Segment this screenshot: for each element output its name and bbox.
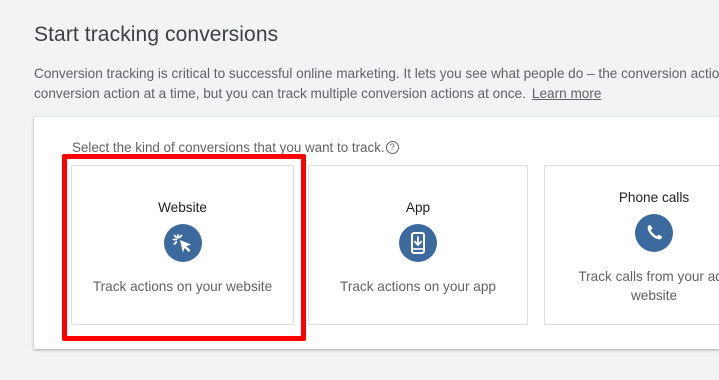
conversion-type-panel: Select the kind of conversions that you … [34,117,719,349]
website-card-title: Website [158,200,207,215]
website-option-card[interactable]: Website Track actions on your website [71,165,294,325]
phone-calls-card-title: Phone calls [618,190,690,205]
phone-icon [635,214,673,252]
app-card-description: Track actions on your app [340,279,496,294]
phone-calls-option-card[interactable]: Phone calls Track calls from your ads we… [544,165,719,325]
description-line-2-text: conversion action at a time, but you can… [34,86,526,101]
cursor-click-icon [163,224,202,262]
phone-calls-description-line-1: Track calls from your ads [578,269,719,284]
description-line-2: conversion action at a time, but you can… [34,84,719,104]
prompt-label: Select the kind of conversions that you … [72,140,385,155]
website-card-description: Track actions on your website [92,279,273,294]
phone-calls-card-description: Track calls from your ads website [545,267,719,305]
mobile-download-icon [399,224,437,262]
learn-more-link[interactable]: Learn more [532,86,602,101]
app-option-card[interactable]: App Track actions on your app [308,165,528,325]
page-description: Conversion tracking is critical to succe… [34,64,719,104]
conversion-setup-page: Start tracking conversions Conversion tr… [0,0,719,380]
description-line-1: Conversion tracking is critical to succe… [34,66,719,81]
help-icon[interactable]: ? [385,141,399,154]
page-title: Start tracking conversions [34,23,279,46]
phone-calls-description-line-2: website [630,288,678,303]
app-card-title: App [405,200,431,215]
conversion-kind-prompt: Select the kind of conversions that you … [72,140,399,155]
